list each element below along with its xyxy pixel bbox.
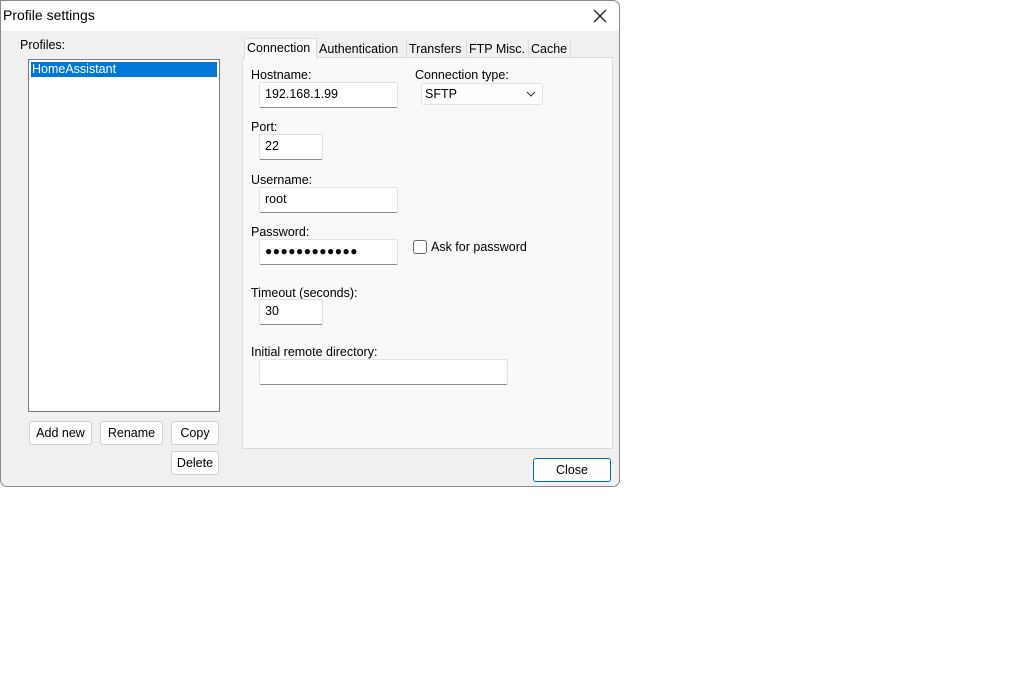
title-bar[interactable]: Profile settings	[1, 1, 619, 31]
password-field[interactable]: ●●●●●●●●●●●●	[259, 239, 398, 265]
chevron-down-icon	[526, 84, 536, 110]
profile-settings-window: Profile settings Profiles: HomeAssistant…	[0, 0, 620, 487]
list-item[interactable]: HomeAssistant	[31, 62, 217, 77]
hostname-field[interactable]: 192.168.1.99	[259, 82, 398, 108]
ask-for-password-checkbox[interactable]	[413, 240, 427, 254]
close-icon[interactable]	[589, 5, 611, 27]
initial-remote-directory-field[interactable]	[259, 359, 508, 385]
port-label: Port:	[251, 120, 278, 134]
profiles-label: Profiles:	[20, 38, 66, 52]
tab-connection[interactable]: Connection	[244, 38, 317, 59]
hostname-label: Hostname:	[251, 68, 312, 82]
rename-button[interactable]: Rename	[100, 421, 163, 445]
ask-for-password-label[interactable]: Ask for password	[431, 240, 527, 254]
password-label: Password:	[251, 225, 310, 239]
window-title: Profile settings	[3, 7, 95, 23]
connection-type-label: Connection type:	[415, 68, 509, 82]
username-label: Username:	[251, 173, 313, 187]
port-field[interactable]: 22	[259, 134, 323, 160]
add-new-button[interactable]: Add new	[29, 421, 92, 445]
connection-type-select[interactable]: SFTP	[421, 83, 543, 105]
connection-type-value: SFTP	[425, 87, 457, 101]
profiles-list[interactable]: HomeAssistant	[28, 59, 220, 412]
initial-remote-directory-label: Initial remote directory:	[251, 345, 378, 359]
timeout-label: Timeout (seconds):	[251, 286, 358, 300]
delete-button[interactable]: Delete	[171, 451, 219, 475]
close-button[interactable]: Close	[533, 458, 611, 482]
username-field[interactable]: root	[259, 187, 398, 213]
timeout-field[interactable]: 30	[259, 299, 323, 325]
copy-button[interactable]: Copy	[171, 421, 219, 445]
